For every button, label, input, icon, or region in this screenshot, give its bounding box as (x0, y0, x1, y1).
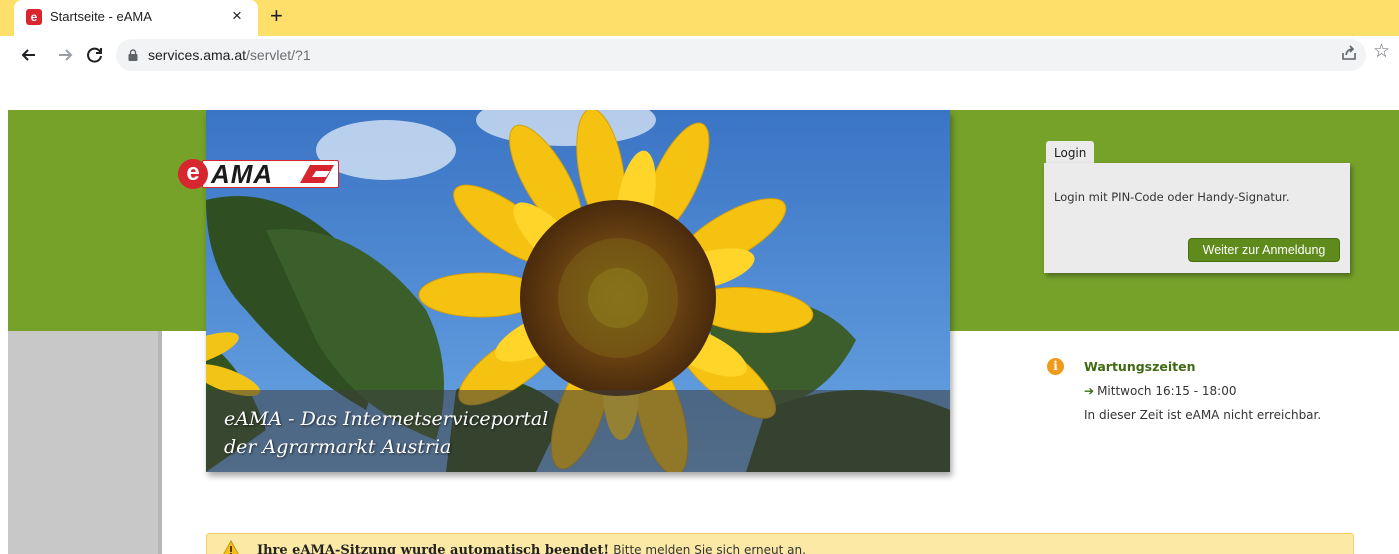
hero-title-line1: eAMA - Das Internetserviceportal (224, 408, 549, 430)
maintenance-title: Wartungszeiten (1084, 359, 1196, 374)
warning-text: Ihre eAMA-Sitzung wurde automatisch been… (257, 543, 806, 554)
hero-caption-band (206, 390, 950, 472)
eama-logo[interactable]: AMA e (178, 159, 339, 189)
lock-icon (128, 49, 138, 61)
sidebar-shadow (158, 331, 162, 554)
left-grey-sidebar (8, 331, 158, 554)
maintenance-note: In dieser Zeit ist eAMA nicht erreichbar… (1084, 408, 1322, 422)
warning-icon (223, 540, 239, 554)
eama-favicon-icon: e (26, 9, 42, 25)
url-text: services.ama.at/servlet/?1 (148, 47, 311, 63)
address-bar[interactable]: services.ama.at/servlet/?1 (116, 39, 1366, 71)
new-tab-button[interactable]: + (270, 3, 283, 29)
share-icon[interactable] (1340, 44, 1358, 62)
back-arrow-icon[interactable] (16, 42, 42, 68)
login-tab[interactable]: Login (1046, 141, 1094, 165)
browser-tab-bar: e Startseite - eAMA × + (0, 0, 1399, 36)
reload-icon[interactable] (82, 42, 108, 68)
star-icon[interactable]: ☆ (1373, 40, 1390, 64)
browser-toolbar: services.ama.at/servlet/?1 (0, 36, 1399, 74)
login-description: Login mit PIN-Code oder Handy-Signatur. (1054, 190, 1290, 204)
logo-box: AMA (202, 160, 339, 188)
login-panel: Login mit PIN-Code oder Handy-Signatur. … (1044, 163, 1350, 273)
info-icon: i (1047, 358, 1064, 375)
warning-bold-text: Ihre eAMA-Sitzung wurde automatisch been… (257, 543, 610, 554)
logo-e-icon: e (178, 159, 208, 189)
maintenance-time-text: Mittwoch 16:15 - 18:00 (1097, 384, 1237, 398)
tab-title: Startseite - eAMA (50, 9, 152, 24)
url-host: services.ama.at (148, 47, 247, 63)
maintenance-time: ➔ Mittwoch 16:15 - 18:00 (1084, 384, 1236, 398)
tab-close-icon[interactable]: × (232, 6, 242, 26)
hero-title-line2: der Agrarmarkt Austria (224, 436, 452, 458)
warning-normal-text: Bitte melden Sie sich erneut an. (613, 543, 806, 554)
logo-text: AMA (211, 159, 274, 189)
forward-arrow-icon[interactable] (52, 42, 78, 68)
session-warning-bar: Ihre eAMA-Sitzung wurde automatisch been… (206, 533, 1354, 554)
arrow-right-icon: ➔ (1084, 384, 1095, 398)
logo-flag-icon (300, 165, 334, 183)
browser-tab[interactable]: e Startseite - eAMA × (14, 0, 258, 36)
continue-to-login-button[interactable]: Weiter zur Anmeldung (1188, 238, 1340, 262)
url-path: /servlet/?1 (246, 47, 311, 63)
